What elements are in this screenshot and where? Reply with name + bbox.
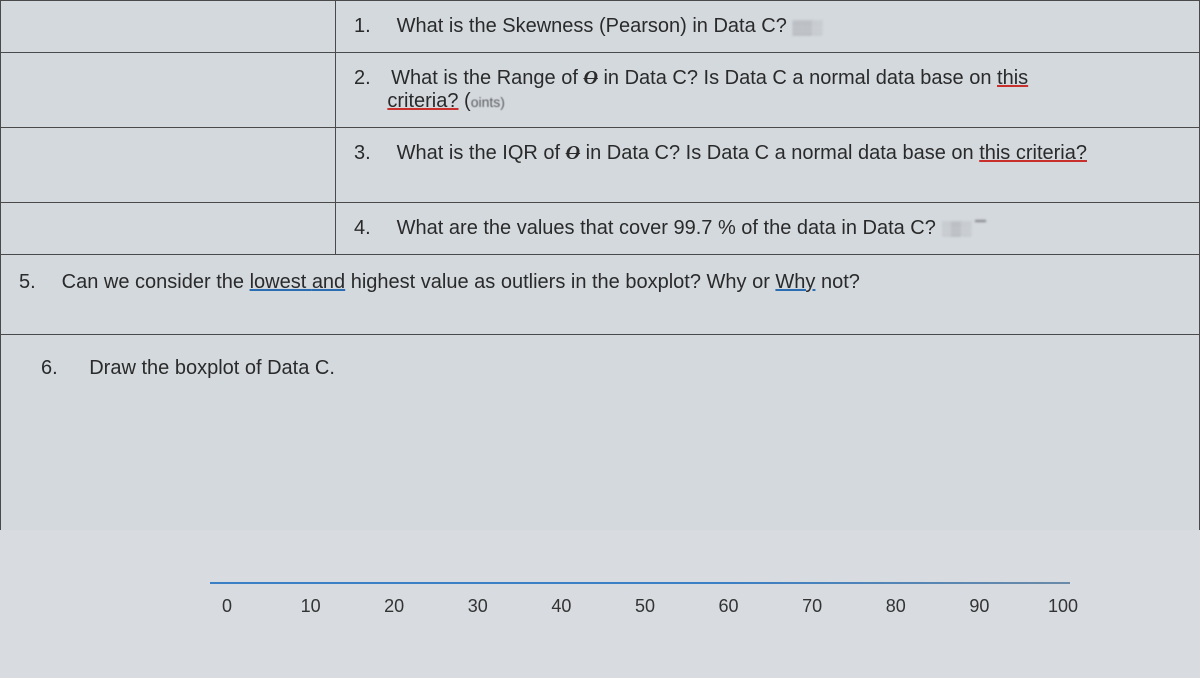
- question-text-part: What is the IQR of: [397, 142, 566, 164]
- question-number: 4.: [354, 217, 380, 240]
- questions-table: 1. What is the Skewness (Pearson) in Dat…: [0, 0, 1200, 530]
- question-number: 3.: [354, 142, 380, 165]
- question-number: 5.: [19, 271, 45, 294]
- cell-q5: 5. Can we consider the lowest and highes…: [1, 255, 1200, 335]
- smudge-icon: ▒▒░: [792, 19, 822, 35]
- table-row: 1. What is the Skewness (Pearson) in Dat…: [1, 1, 1200, 53]
- blurred-text: oints): [471, 94, 505, 110]
- cell-q6: 6. Draw the boxplot of Data C.: [1, 335, 1200, 531]
- question-text-part: in Data C? Is Data C a normal data base …: [580, 142, 979, 164]
- underlined-text: this criteria?: [979, 142, 1087, 164]
- axis-tick: 40: [546, 596, 576, 617]
- table-row: 6. Draw the boxplot of Data C.: [1, 335, 1200, 531]
- axis-tick: 0: [212, 596, 242, 617]
- table-row: 2. What is the Range of O in Data C? Is …: [1, 53, 1200, 128]
- axis-line: [210, 582, 1070, 584]
- underlined-text: this: [997, 67, 1028, 89]
- question-text-part: in Data C? Is Data C a normal data base …: [598, 67, 997, 89]
- number-axis: 0 10 20 30 40 50 60 70 80 90 100: [210, 582, 1080, 622]
- question-text-part: Can we consider the: [62, 271, 250, 293]
- table-row: 3. What is the IQR of O in Data C? Is Da…: [1, 128, 1200, 203]
- cell-q2: 2. What is the Range of O in Data C? Is …: [336, 53, 1200, 128]
- question-text: What are the values that cover 99.7 % of…: [397, 217, 936, 239]
- table-row: 4. What are the values that cover 99.7 %…: [1, 203, 1200, 255]
- question-text: What is the Skewness (Pearson) in Data C…: [397, 15, 787, 37]
- axis-tick: 30: [463, 596, 493, 617]
- worksheet-page: 1. What is the Skewness (Pearson) in Dat…: [0, 0, 1200, 678]
- axis-tick: 70: [797, 596, 827, 617]
- axis-tick: 100: [1048, 596, 1078, 617]
- question-text-part: What is the Range of: [391, 67, 583, 89]
- sigma-symbol: O: [583, 67, 597, 89]
- question-number: 1.: [354, 15, 380, 38]
- cell-q1: 1. What is the Skewness (Pearson) in Dat…: [336, 1, 1200, 53]
- axis-tick: 60: [714, 596, 744, 617]
- underlined-text: lowest: [250, 271, 312, 293]
- axis-tick: 90: [964, 596, 994, 617]
- smudge-icon: ░▒░ ▔: [941, 220, 985, 237]
- underlined-text: and: [312, 271, 345, 293]
- axis-tick: 50: [630, 596, 660, 617]
- question-number: 2.: [354, 67, 380, 90]
- table-row: 5. Can we consider the lowest and highes…: [1, 255, 1200, 335]
- cell-q4: 4. What are the values that cover 99.7 %…: [336, 203, 1200, 255]
- question-text-part: (: [458, 90, 470, 112]
- axis-tick: 20: [379, 596, 409, 617]
- cell-q3: 3. What is the IQR of O in Data C? Is Da…: [336, 128, 1200, 203]
- question-number: 6.: [41, 357, 67, 380]
- question-text-part: not?: [815, 271, 859, 293]
- underlined-text: Why: [775, 271, 815, 293]
- underlined-text: criteria?: [387, 90, 458, 112]
- cell-left-q3: [1, 128, 336, 203]
- sigma-symbol: O: [566, 142, 580, 164]
- axis-labels: 0 10 20 30 40 50 60 70 80 90 100: [210, 596, 1080, 617]
- cell-left-q4: [1, 203, 336, 255]
- cell-left-q1: [1, 1, 336, 53]
- question-text-part: highest value as outliers in the boxplot…: [345, 271, 775, 293]
- axis-tick: 80: [881, 596, 911, 617]
- axis-tick: 10: [296, 596, 326, 617]
- cell-left-q2: [1, 53, 336, 128]
- question-text: Draw the boxplot of Data C.: [89, 357, 335, 379]
